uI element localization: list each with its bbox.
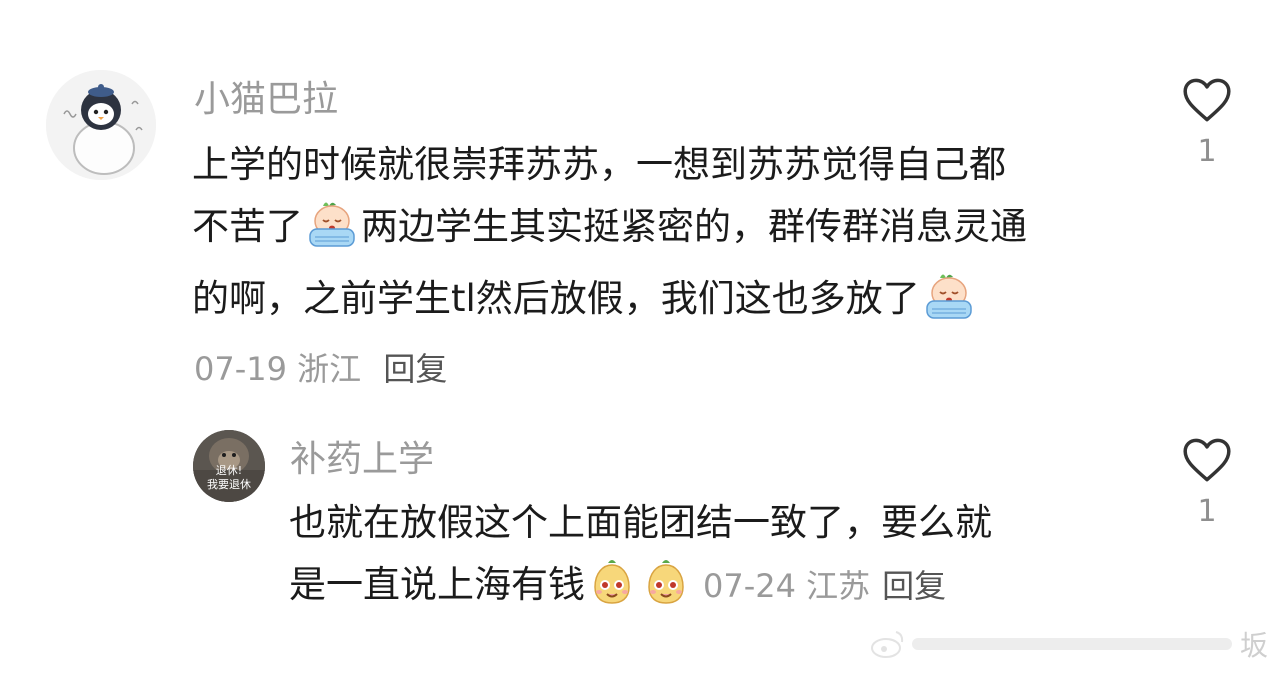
comment-meta: 07-19 浙江 回复: [194, 344, 447, 390]
heart-icon[interactable]: [1180, 436, 1234, 484]
text-segment: 不苦了: [192, 205, 303, 248]
smiling-bun-emoji: [587, 557, 637, 626]
avatar-caption: 我要退休: [207, 478, 251, 491]
avatar[interactable]: [46, 70, 156, 180]
crying-face-emoji: [922, 271, 976, 340]
comment-text-line: 不苦了 两边学生其实挺紧密的，群传群消息灵通: [192, 196, 1152, 268]
comment-meta: 07-24 江苏 回复: [703, 567, 946, 605]
comment-date: 07-19: [194, 350, 287, 388]
comment-location: 江苏: [806, 567, 871, 605]
reply-button[interactable]: 回复: [383, 350, 447, 388]
smiling-bun-emoji: [641, 557, 691, 626]
text-segment: 的啊，之前学生tl然后放假，我们这也多放了: [192, 277, 920, 320]
avatar-caption: 退休!: [215, 464, 243, 477]
weibo-logo-icon: [871, 631, 904, 658]
text-segment: 两边学生其实挺紧密的，群传群消息灵通: [361, 205, 1027, 248]
text-segment: 是一直说上海有钱: [289, 563, 585, 606]
like-control[interactable]: 1: [1172, 76, 1242, 169]
like-count: 1: [1197, 134, 1217, 169]
watermark-text: 坂: [1240, 629, 1269, 662]
comment-text-line: 是一直说上海有钱 07-24 江苏 回复: [289, 554, 1149, 626]
reply-button[interactable]: 回复: [882, 567, 946, 605]
comment-date: 07-24: [703, 567, 796, 605]
watermark: 坂: [868, 624, 1278, 664]
comment-text-line: 上学的时候就很崇拜苏苏，一想到苏苏觉得自己都: [192, 143, 1006, 186]
heart-icon[interactable]: [1180, 76, 1234, 124]
comment-username[interactable]: 小猫巴拉: [194, 80, 338, 120]
comment-username[interactable]: 补药上学: [290, 440, 434, 480]
avatar[interactable]: 退休! 我要退休: [193, 430, 265, 502]
like-count: 1: [1197, 494, 1217, 529]
comment-location: 浙江: [297, 350, 362, 388]
comment-text: 也就在放假这个上面能团结一致了，要么就 是一直说上海有钱 07-24 江苏 回复: [289, 492, 1149, 626]
crying-face-emoji: [305, 199, 359, 268]
comment-text-line: 也就在放假这个上面能团结一致了，要么就: [289, 501, 992, 544]
comment-text-line: 的啊，之前学生tl然后放假，我们这也多放了: [192, 268, 1152, 340]
penguin-avatar-icon: [46, 70, 156, 180]
like-control[interactable]: 1: [1172, 436, 1242, 529]
comment-text: 上学的时候就很崇拜苏苏，一想到苏苏觉得自己都 不苦了 两边学生其实挺紧密的，群传…: [192, 134, 1152, 340]
